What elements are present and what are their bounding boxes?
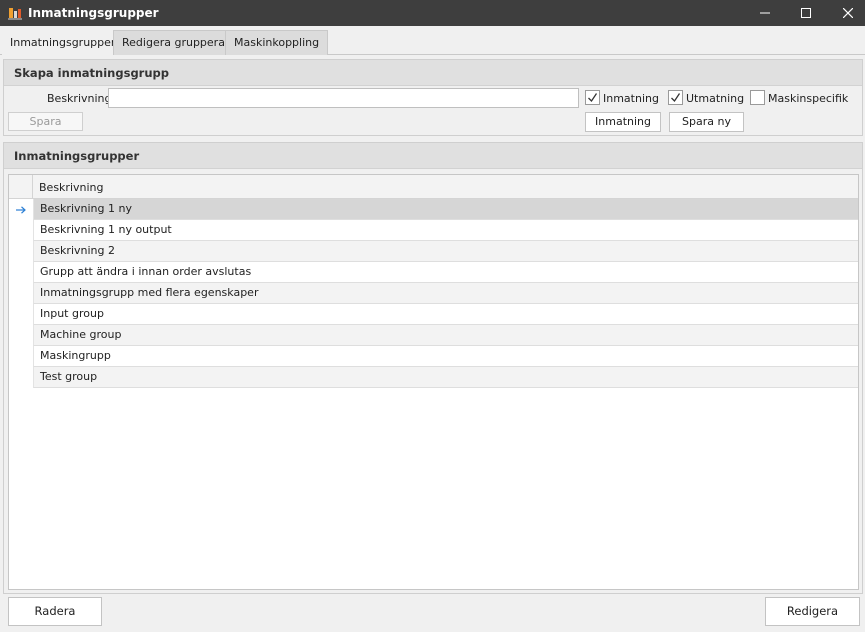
row-description: Beskrivning 1 ny <box>33 199 858 220</box>
checkmark-icon <box>671 93 681 103</box>
save-new-button[interactable]: Spara ny <box>669 112 744 132</box>
window-title: Inmatningsgrupper <box>28 6 159 20</box>
close-icon <box>843 8 853 18</box>
checkmark-icon <box>588 93 598 103</box>
row-description: Beskrivning 2 <box>33 241 858 262</box>
minimize-button[interactable] <box>745 0 785 26</box>
table-row[interactable]: Machine group <box>9 325 858 346</box>
row-description: Grupp att ändra i innan order avslutas <box>33 262 858 283</box>
table-row[interactable]: Input group <box>9 304 858 325</box>
row-description: Test group <box>33 367 858 388</box>
table-row[interactable]: Beskrivning 1 ny <box>9 199 858 220</box>
tab-maskinkoppling[interactable]: Maskinkoppling <box>225 30 329 55</box>
list-panel-header: Inmatningsgrupper <box>4 143 862 169</box>
grid-header: Beskrivning <box>9 175 858 199</box>
minimize-icon <box>760 8 770 18</box>
row-description: Maskingrupp <box>33 346 858 367</box>
delete-button[interactable]: Radera <box>8 597 102 626</box>
utmatning-checkbox[interactable] <box>668 90 683 105</box>
description-label: Beskrivning <box>47 92 112 105</box>
create-group-panel: Skapa inmatningsgrupp Beskrivning Inmatn… <box>3 59 863 136</box>
app-logo-icon <box>7 5 23 21</box>
close-button[interactable] <box>828 0 865 26</box>
description-input[interactable] <box>108 88 579 108</box>
edit-button[interactable]: Redigera <box>765 597 860 626</box>
utmatning-checkbox-label: Utmatning <box>686 92 745 105</box>
maskinspecifik-checkbox[interactable] <box>750 90 765 105</box>
row-indicator-header <box>9 175 33 199</box>
inmatning-checkbox-label: Inmatning <box>603 92 659 105</box>
maskinspecifik-checkbox-label: Maskinspecifik <box>768 92 849 105</box>
tab-strip: Inmatningsgrupper Redigera gruppera Mask… <box>0 26 865 56</box>
title-bar: Inmatningsgrupper <box>0 0 865 26</box>
inmatning-button[interactable]: Inmatning <box>585 112 661 132</box>
arrow-right-icon <box>9 199 33 220</box>
inmatning-checkbox[interactable] <box>585 90 600 105</box>
save-button[interactable]: Spara <box>8 112 83 131</box>
tab-inmatningsgrupper[interactable]: Inmatningsgrupper <box>2 30 125 56</box>
maximize-icon <box>801 8 811 18</box>
row-description: Inmatningsgrupp med flera egenskaper <box>33 283 858 304</box>
table-row[interactable]: Maskingrupp <box>9 346 858 367</box>
create-panel-header: Skapa inmatningsgrupp <box>4 60 862 86</box>
table-row[interactable]: Beskrivning 2 <box>9 241 858 262</box>
tab-redigera-gruppera[interactable]: Redigera gruppera <box>113 30 234 55</box>
row-description: Beskrivning 1 ny output <box>33 220 858 241</box>
table-row[interactable]: Grupp att ändra i innan order avslutas <box>9 262 858 283</box>
column-header-beskrivning[interactable]: Beskrivning <box>39 181 104 194</box>
row-description: Machine group <box>33 325 858 346</box>
maximize-button[interactable] <box>786 0 826 26</box>
group-list-panel: Inmatningsgrupper Beskrivning Beskrivnin… <box>3 142 863 594</box>
table-row[interactable]: Beskrivning 1 ny output <box>9 220 858 241</box>
row-description: Input group <box>33 304 858 325</box>
group-grid: Beskrivning Beskrivning 1 ny Beskrivning… <box>8 174 859 590</box>
table-row[interactable]: Inmatningsgrupp med flera egenskaper <box>9 283 858 304</box>
table-row[interactable]: Test group <box>9 367 858 388</box>
